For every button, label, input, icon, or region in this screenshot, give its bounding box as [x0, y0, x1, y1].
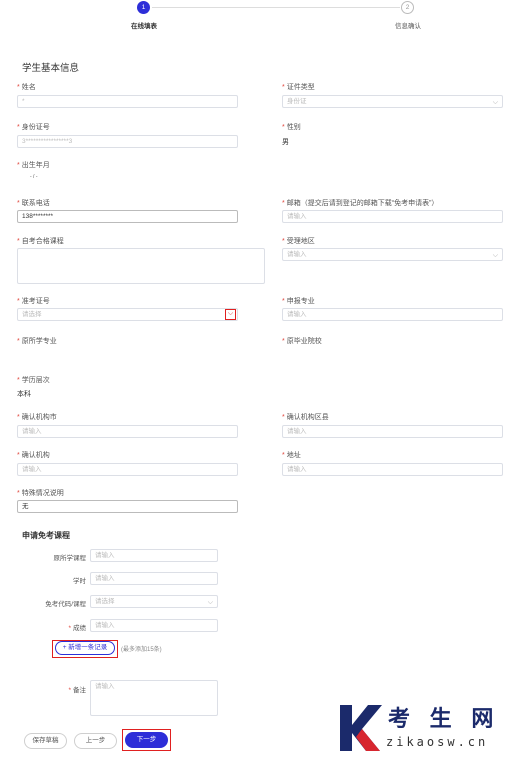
k-logo-icon [340, 705, 382, 751]
orig-course-label: 原所学课程 [53, 555, 87, 562]
cert-org-label: * 确认机构 [17, 452, 50, 459]
region-label: * 受理地区 [282, 238, 315, 245]
exam-no-label: * 准考证号 [17, 298, 50, 305]
apply-major-label: * 申报专业 [282, 298, 315, 305]
hours-label: 学时 [73, 578, 86, 585]
add-record-button[interactable]: + 新增一条记录 [55, 641, 115, 655]
watermark-url: zikaosw.cn [386, 735, 489, 749]
exam-no-dropdown-icon[interactable]: ⌵ [225, 309, 236, 320]
cert-city-input[interactable]: 请输入 [17, 425, 238, 438]
region-select[interactable]: 请输入 ⌵ [282, 248, 503, 261]
cert-org-input[interactable]: 请输入 [17, 463, 238, 476]
email-input[interactable]: 请输入 [282, 210, 503, 223]
chevron-down-icon: ⌵ [492, 252, 498, 259]
address-input[interactable]: 请输入 [282, 463, 503, 476]
special-label: * 特殊情况说明 [17, 490, 64, 497]
orig-major-label: * 原所学专业 [17, 338, 57, 345]
code-select[interactable]: 请选择 ⌵ [90, 595, 218, 608]
id-type-label: * 证件类型 [282, 84, 315, 91]
step-line [152, 7, 400, 8]
remark-label: * 备注 [68, 687, 86, 694]
watermark-logo: 考 生 网 zikaosw.cn [336, 701, 520, 757]
step-1-circle: 1 [137, 1, 150, 14]
orig-course-input[interactable]: 请输入 [90, 549, 218, 562]
birth-value: - / - [30, 174, 38, 180]
remark-textarea[interactable]: 请输入 [90, 680, 218, 716]
apply-major-input[interactable]: 请输入 [282, 308, 503, 321]
education-value: 本科 [17, 391, 31, 398]
id-number-label: * 身份证号 [17, 124, 50, 131]
gender-value: 男 [282, 139, 289, 146]
orig-school-label: * 原毕业院校 [282, 338, 322, 345]
phone-input[interactable]: 138******** [17, 210, 238, 223]
name-label: * 姓名 [17, 84, 36, 91]
email-label: * 邮箱（提交后请到登记的邮箱下载“免考申请表”） [282, 200, 439, 207]
hours-input[interactable]: 请输入 [90, 572, 218, 585]
birth-label: * 出生年月 [17, 162, 50, 169]
score-input[interactable]: 请输入 [90, 619, 218, 632]
section-title-basic: 学生基本信息 [22, 63, 80, 74]
score-label: * 成绩 [68, 625, 86, 632]
step-1-label: 在线填表 [131, 23, 157, 30]
add-record-hint: (最多添加15条) [121, 647, 162, 653]
gender-label: * 性别 [282, 124, 301, 131]
step-2-circle: 2 [401, 1, 414, 14]
passed-courses-textarea[interactable] [17, 248, 265, 284]
special-input[interactable]: 无 [17, 500, 238, 513]
chevron-down-icon: ⌵ [492, 99, 498, 106]
passed-courses-label: * 自考合格课程 [17, 238, 64, 245]
prev-button[interactable]: 上一步 [74, 733, 117, 749]
chevron-down-icon: ⌵ [207, 599, 213, 606]
watermark-brand: 考 生 网 [388, 707, 500, 732]
id-type-select[interactable]: 身份证 ⌵ [282, 95, 503, 108]
address-label: * 地址 [282, 452, 301, 459]
save-draft-button[interactable]: 保存草稿 [24, 733, 67, 749]
section-title-exempt: 申请免考课程 [22, 531, 70, 540]
education-label: * 学历层次 [17, 377, 50, 384]
next-button[interactable]: 下一步 [125, 732, 168, 748]
id-number-input[interactable]: 3*****************3 [17, 135, 238, 148]
cert-city-label: * 确认机构市 [17, 414, 57, 421]
cert-district-input[interactable]: 请输入 [282, 425, 503, 438]
cert-district-label: * 确认机构区县 [282, 414, 329, 421]
phone-label: * 联系电话 [17, 200, 50, 207]
exam-no-select[interactable]: 请选择 [17, 308, 238, 321]
step-2-label: 信息确认 [395, 23, 421, 30]
name-input[interactable]: * [17, 95, 238, 108]
code-label: 免考代码/课程 [45, 601, 86, 608]
